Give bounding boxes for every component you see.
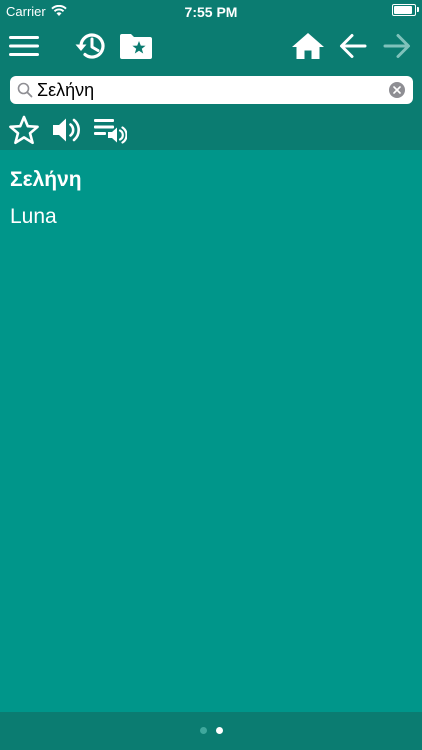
favorites-folder-button[interactable]	[118, 28, 154, 64]
star-icon	[9, 115, 39, 145]
speak-button[interactable]	[50, 114, 84, 146]
entry-translation: Luna	[10, 205, 57, 228]
back-button[interactable]	[335, 28, 371, 64]
playlist-audio-icon	[94, 119, 127, 144]
toolbar	[0, 22, 422, 70]
search-box	[10, 76, 413, 104]
clear-search-button[interactable]	[389, 82, 405, 98]
search-icon	[17, 82, 33, 98]
speak-all-button[interactable]	[93, 114, 127, 146]
battery-fill	[394, 6, 413, 14]
home-icon	[292, 33, 324, 59]
search-input[interactable]	[37, 79, 377, 101]
status-right	[392, 4, 419, 16]
status-time: 7:55 PM	[184, 4, 238, 20]
history-button[interactable]	[73, 28, 109, 64]
bookmark-folder-icon	[120, 34, 152, 59]
status-bar: Carrier 7:55 PM	[0, 0, 422, 22]
speaker-icon	[53, 118, 80, 142]
close-icon	[393, 86, 401, 94]
home-button[interactable]	[290, 28, 326, 64]
entry-content: Σελήνη Luna	[0, 150, 422, 712]
search-bar	[0, 70, 422, 110]
forward-button[interactable]	[379, 28, 415, 64]
entry-headword: Σελήνη	[10, 168, 82, 191]
favorite-button[interactable]	[7, 114, 41, 146]
back-arrow-icon	[340, 34, 367, 58]
action-bar	[0, 110, 422, 150]
menu-icon	[9, 36, 39, 56]
page-control-bar	[0, 712, 422, 750]
forward-arrow-icon	[383, 34, 410, 58]
menu-button[interactable]	[6, 28, 42, 64]
battery-icon	[392, 4, 419, 16]
page-dot[interactable]	[199, 727, 207, 734]
history-icon	[75, 33, 105, 59]
page-dot-active[interactable]	[215, 727, 223, 734]
